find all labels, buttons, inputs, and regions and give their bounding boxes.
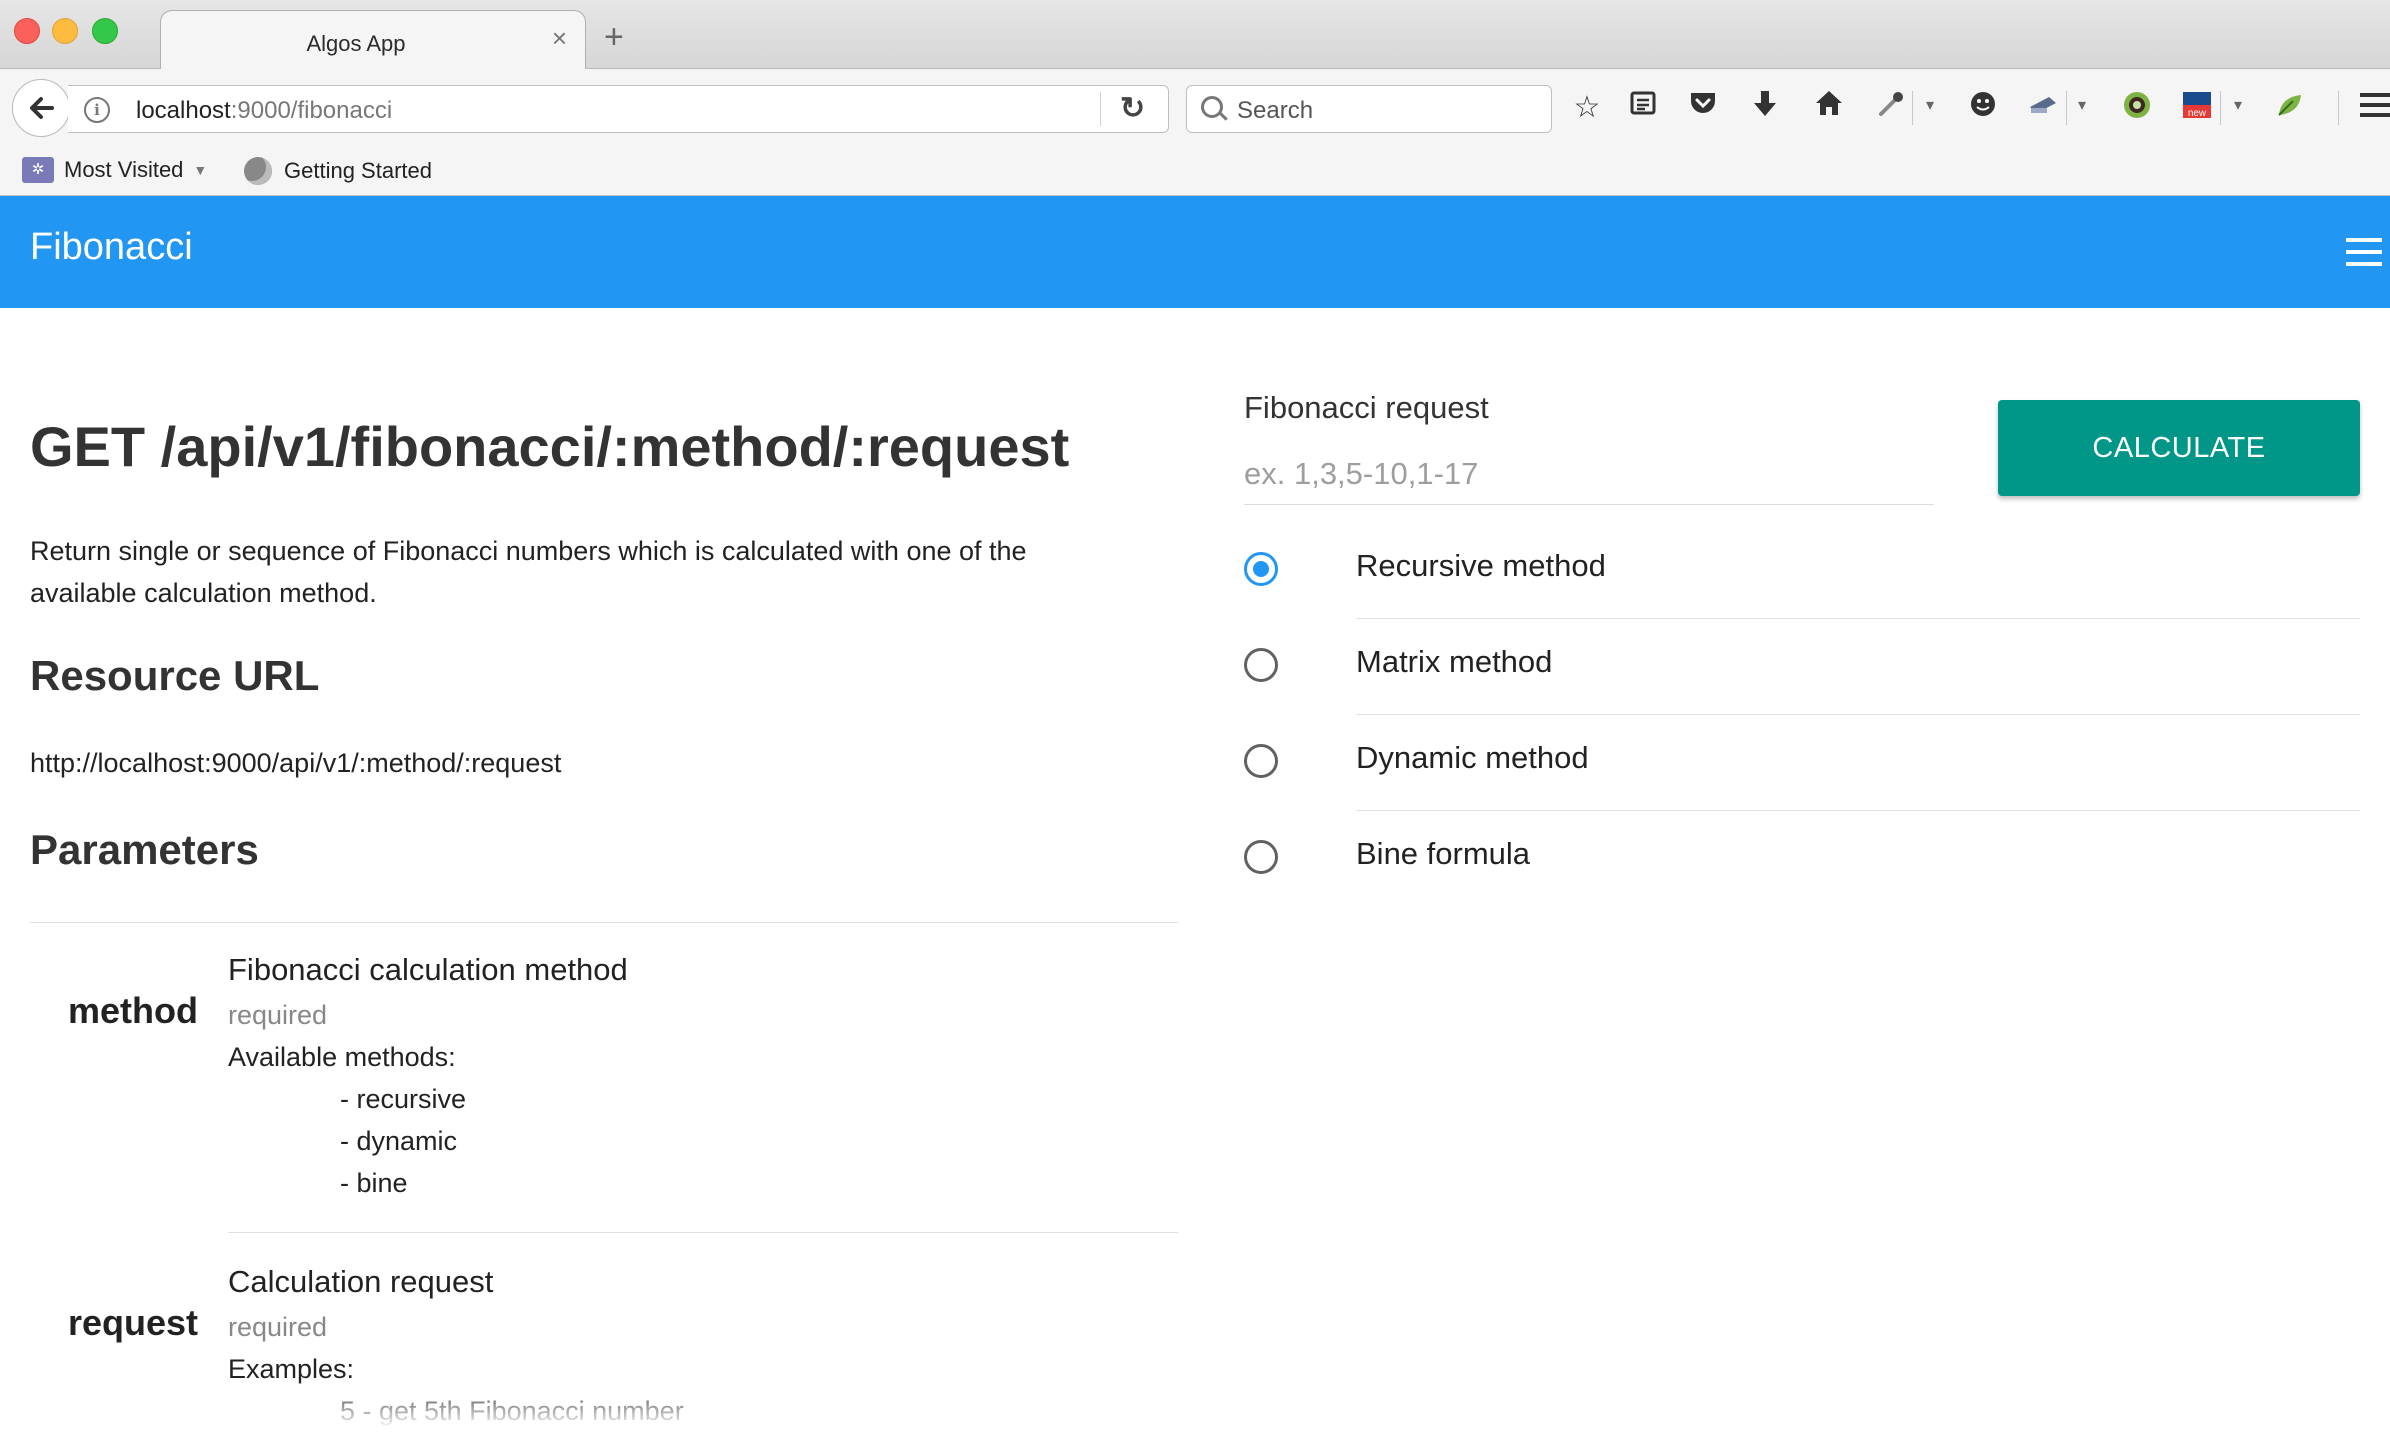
divider [1356, 618, 2360, 619]
resource-url-heading: Resource URL [30, 652, 320, 699]
divider [1356, 714, 2360, 715]
param-sub-label: Available methods: [228, 1042, 456, 1072]
pocket-icon[interactable] [1684, 89, 1722, 127]
param-sub-label: Examples: [228, 1354, 355, 1384]
divider [228, 1232, 1178, 1233]
browser-nav-bar: i localhost:9000/fibonacci ↻ Search ☆ ▾ … [0, 69, 2390, 151]
radio-button[interactable] [1244, 648, 1278, 682]
param-title: Calculation request [228, 1264, 494, 1299]
new-tab-button[interactable]: + [604, 20, 624, 54]
radio-bine-formula[interactable]: Bine formula [1244, 812, 2360, 908]
calculate-button[interactable]: CALCULATE [1998, 400, 2360, 496]
endpoint-heading: GET /api/v1/fibonacci/:method/:request [30, 415, 1070, 478]
radio-matrix-method[interactable]: Matrix method [1244, 620, 2360, 716]
list-item: - dynamic [340, 1126, 458, 1156]
url-path: :9000/fibonacci [230, 97, 393, 124]
svg-text:new: new [2188, 108, 2207, 119]
screenshot-dropdown-icon[interactable]: ▾ [2078, 95, 2086, 115]
eyedropper-dropdown-icon[interactable]: ▾ [1926, 95, 1934, 115]
radio-label[interactable]: Dynamic method [1356, 740, 1589, 776]
tab-title: Algos App [306, 31, 406, 56]
request-field-label: Fibonacci request [1244, 390, 1489, 425]
parameters-heading: Parameters [30, 826, 259, 873]
param-title: Fibonacci calculation method [228, 952, 628, 987]
param-method-list: - recursive - dynamic - bine [340, 1078, 466, 1204]
download-icon[interactable] [1746, 89, 1784, 127]
emoji-icon[interactable] [1964, 89, 2002, 127]
news-icon[interactable]: new [2178, 89, 2216, 127]
globe-icon [244, 157, 272, 185]
radio-button[interactable] [1244, 552, 1278, 586]
bookmark-label: Most Visited [64, 157, 184, 182]
info-icon[interactable]: i [84, 97, 110, 123]
browser-menu-icon[interactable] [2360, 93, 2390, 123]
url-text[interactable]: localhost:9000/fibonacci [136, 97, 392, 125]
back-button[interactable] [12, 79, 70, 137]
radio-button[interactable] [1244, 744, 1278, 778]
leaf-icon[interactable] [2270, 89, 2308, 127]
bookmark-star-icon[interactable]: ☆ [1568, 89, 1606, 127]
app-menu-icon[interactable] [2346, 238, 2382, 274]
toolbar-separator [2220, 91, 2221, 125]
home-icon[interactable] [1810, 89, 1848, 127]
screenshot-icon[interactable] [2024, 89, 2062, 127]
chevron-down-icon: ▼ [193, 162, 208, 178]
app-title: Fibonacci [30, 226, 193, 268]
news-dropdown-icon[interactable]: ▾ [2234, 95, 2242, 115]
url-host: localhost [136, 97, 231, 124]
divider [1356, 810, 2360, 811]
list-item: - bine [340, 1168, 408, 1198]
window-minimize-button[interactable] [52, 18, 78, 44]
search-bar[interactable]: Search [1186, 85, 1552, 133]
url-bar[interactable]: i localhost:9000/fibonacci ↻ [68, 85, 1169, 133]
browser-tab-bar: Algos App × + [0, 0, 2390, 70]
toolbar-separator [1912, 91, 1913, 125]
toolbar-separator [2338, 91, 2339, 125]
radio-label[interactable]: Bine formula [1356, 836, 1530, 872]
bookmark-most-visited[interactable]: ✲ Most Visited ▼ [22, 157, 207, 183]
param-request-list: 5 - get 5th Fibonacci number [340, 1390, 684, 1432]
window-zoom-button[interactable] [92, 18, 118, 44]
param-name-method: method [68, 990, 198, 1031]
radio-recursive-method[interactable]: Recursive method [1244, 524, 2360, 620]
eyedropper-icon[interactable] [1872, 89, 1910, 127]
resource-url: http://localhost:9000/api/v1/:method/:re… [30, 748, 562, 778]
browser-tab[interactable]: Algos App × [160, 10, 586, 70]
toolbar-separator [2066, 91, 2067, 125]
radio-label[interactable]: Recursive method [1356, 548, 1606, 584]
back-arrow-icon [30, 97, 54, 119]
list-item: - recursive [340, 1084, 467, 1114]
bookmark-getting-started[interactable]: Getting Started [244, 157, 432, 185]
request-input[interactable] [1244, 444, 1934, 505]
bookmark-label: Getting Started [284, 158, 432, 183]
extension-icon[interactable] [2118, 89, 2156, 127]
endpoint-description: Return single or sequence of Fibonacci n… [30, 536, 1027, 608]
search-icon [1201, 96, 1223, 118]
search-placeholder: Search [1237, 97, 1314, 124]
radio-dynamic-method[interactable]: Dynamic method [1244, 716, 2360, 812]
bookmark-folder-icon: ✲ [22, 157, 54, 183]
param-name-request: request [67, 1302, 198, 1343]
list-item: 5 - get 5th Fibonacci number [340, 1396, 684, 1426]
app-header: Fibonacci [0, 196, 2390, 308]
divider [30, 922, 1178, 923]
param-required: required [228, 1312, 328, 1342]
tab-close-icon[interactable]: × [552, 25, 567, 51]
url-separator [1100, 92, 1101, 126]
bookmarks-bar: ✲ Most Visited ▼ Getting Started [0, 151, 2390, 196]
reload-icon[interactable]: ↻ [1120, 94, 1145, 124]
window-close-button[interactable] [14, 18, 40, 44]
radio-button[interactable] [1244, 840, 1278, 874]
radio-label[interactable]: Matrix method [1356, 644, 1552, 680]
reading-list-icon[interactable] [1624, 89, 1662, 127]
param-required: required [228, 1000, 328, 1030]
